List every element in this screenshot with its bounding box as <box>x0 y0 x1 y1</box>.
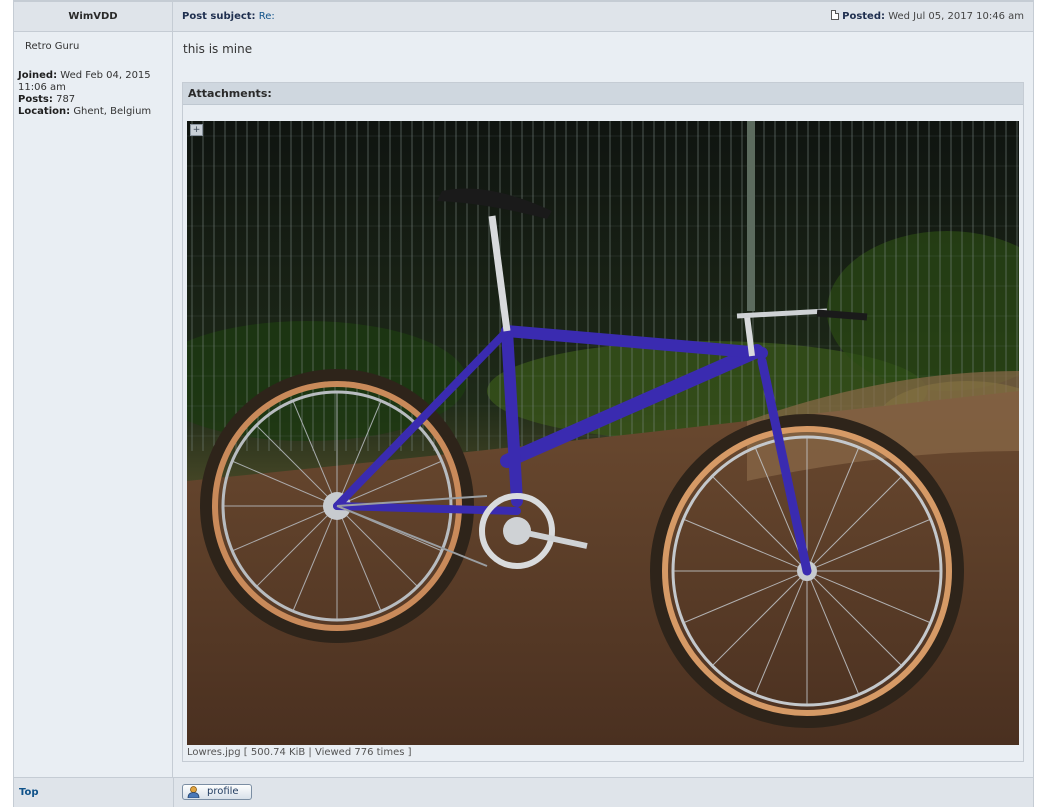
posted-info: Posted: Wed Jul 05, 2017 10:46 am <box>831 2 1024 31</box>
post-footer-row: Top profile <box>14 777 1033 807</box>
post-body-row: Retro Guru Joined: Wed Feb 04, 2015 11:0… <box>14 32 1033 777</box>
post-content: this is mine Attachments: + Lowres.jpg [… <box>174 32 1033 777</box>
posted-label: Posted: <box>842 11 885 22</box>
post-table: WimVDD Post subject: Re: Posted: Wed Jul… <box>13 0 1034 807</box>
location-label: Location: <box>18 106 71 117</box>
user-icon <box>187 786 200 798</box>
author-rank: Retro Guru <box>25 41 80 52</box>
joined-label: Joined: <box>18 70 58 81</box>
location-value: Ghent, Belgium <box>73 106 152 117</box>
posts-info: Posts: 787 <box>18 94 168 106</box>
top-link[interactable]: Top <box>19 778 39 807</box>
post-document-icon[interactable] <box>831 10 840 20</box>
profile-button-label: profile <box>207 786 239 797</box>
attachment-caption: Lowres.jpg [ 500.74 KiB | Viewed 776 tim… <box>187 747 412 758</box>
post-subject: Post subject: Re: <box>182 2 275 31</box>
subject-label: Post subject: <box>182 11 256 22</box>
attachments-header: Attachments: <box>183 83 1023 105</box>
column-divider <box>173 778 174 807</box>
zoom-icon[interactable]: + <box>190 124 203 136</box>
attachment-image[interactable]: + <box>187 121 1019 745</box>
joined-info: Joined: Wed Feb 04, 2015 11:06 am <box>18 70 168 94</box>
post-message: this is mine <box>183 42 253 56</box>
attachments-box: Attachments: + Lowres.jpg [500.74 KiB |… <box>182 82 1024 762</box>
posts-value: 787 <box>56 94 76 105</box>
posts-label: Posts: <box>18 94 53 105</box>
location-info: Location: Ghent, Belgium <box>18 106 168 118</box>
subject-link[interactable]: Re: <box>259 11 275 22</box>
post-header-row: WimVDD Post subject: Re: Posted: Wed Jul… <box>14 0 1033 32</box>
profile-button[interactable]: profile <box>182 784 252 800</box>
author-profile: Retro Guru Joined: Wed Feb 04, 2015 11:0… <box>14 32 173 777</box>
posted-date: Wed Jul 05, 2017 10:46 am <box>888 11 1024 22</box>
author-name[interactable]: WimVDD <box>14 2 173 31</box>
bicycle-photo <box>187 121 1019 745</box>
